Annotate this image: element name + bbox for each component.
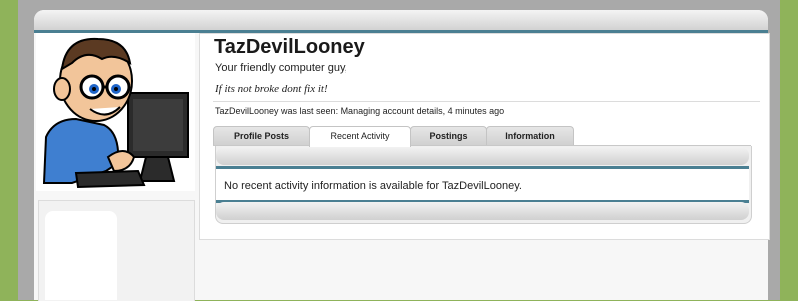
avatar[interactable]	[36, 33, 195, 191]
tab-profile-posts[interactable]: Profile Posts	[213, 126, 310, 146]
profile-tagline: Your friendly computer guy, I	[215, 62, 354, 74]
tab-information[interactable]: Information	[486, 126, 574, 146]
last-seen-status: TazDevilLooney was last seen: Managing a…	[215, 106, 505, 116]
profile-username: TazDevilLooney	[214, 36, 365, 58]
redacted-box	[330, 83, 378, 99]
activity-panel-footer	[216, 202, 749, 220]
tab-postings[interactable]: Postings	[410, 126, 487, 146]
tab-recent-activity[interactable]: Recent Activity	[309, 126, 411, 147]
frame-header-bar	[34, 10, 768, 30]
profile-divider	[213, 101, 760, 102]
no-activity-message: No recent activity information is availa…	[224, 180, 522, 192]
sidebar-info-box	[45, 211, 117, 300]
redacted-box	[346, 58, 400, 76]
profile-signature: If its not broke dont fix it!	[215, 83, 328, 95]
cartoon-computer-guy-avatar	[42, 37, 189, 189]
activity-panel-header	[216, 147, 749, 165]
